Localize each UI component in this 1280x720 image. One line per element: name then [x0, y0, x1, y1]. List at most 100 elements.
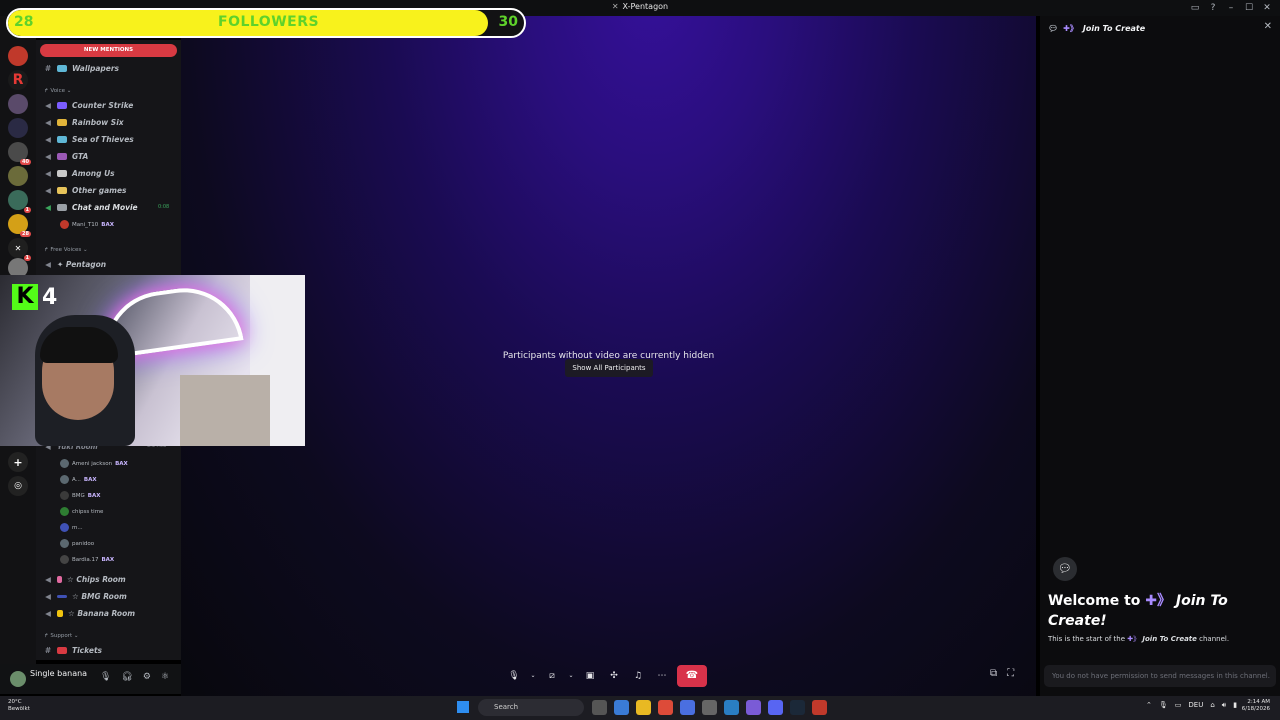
category-voice[interactable]: ↱ Voice ⌄ [44, 88, 71, 94]
server-icon-5[interactable]: 40 [8, 142, 31, 165]
user-panel: Single banana 🎙︎ 🎧︎ ⚙ ⚛ [0, 664, 210, 694]
voice-channel-pentagon[interactable]: ◀ ✦ Pentagon [44, 257, 106, 271]
channel-wallpapers[interactable]: # Wallpapers [44, 61, 119, 75]
file-explorer-icon[interactable] [636, 700, 651, 715]
camera-off-icon[interactable]: ⧄ [543, 666, 561, 686]
voice-channel-banana-room[interactable]: ◀ ☆ Banana Room [44, 606, 135, 620]
soundboard-icon[interactable]: ♫ [629, 666, 647, 686]
app-icon[interactable] [680, 700, 695, 715]
discord-icon[interactable] [768, 700, 783, 715]
server-icon-3[interactable] [8, 94, 28, 114]
close-window-button[interactable]: ✕ [1260, 1, 1274, 15]
app-icon[interactable] [702, 700, 717, 715]
voice-channel-bmg-room[interactable]: ◀ ☆ BMG Room [44, 589, 127, 603]
close-chat-icon[interactable]: ✕ [1264, 21, 1272, 32]
avatar [60, 555, 69, 564]
taskbar-clock[interactable]: 2:14 AM 6/18/2026 [1242, 699, 1270, 713]
speaker-icon: ◀ [45, 168, 51, 178]
microphone-icon[interactable]: 🎙︎ [100, 672, 111, 682]
headphones-icon[interactable]: 🎧︎ [121, 672, 132, 682]
server-icon-2[interactable]: R [8, 70, 28, 90]
help-icon[interactable]: ? [1206, 1, 1220, 15]
telegram-icon[interactable] [724, 700, 739, 715]
voice-channel-other-games[interactable]: ◀ Other games [44, 183, 126, 197]
voice-user[interactable]: Bardia.17 BAX [60, 555, 114, 564]
channel-emoji-icon [57, 203, 67, 211]
server-icon-4[interactable] [8, 118, 28, 138]
chevron-up-icon[interactable]: ⌃ [1146, 701, 1152, 710]
welcome-heading: Welcome to ✚》 Join To Create! [1048, 593, 1228, 629]
app-icon[interactable] [812, 700, 827, 715]
server-icon-9[interactable]: ✕ 1 [8, 238, 31, 261]
tray-app-icon[interactable]: ▭ [1175, 701, 1182, 710]
disconnect-call-button[interactable]: ☎ [677, 665, 707, 687]
channel-tickets[interactable]: # Tickets [44, 643, 102, 657]
microphone-icon[interactable]: 🎙︎ [505, 666, 523, 686]
server-icon-8[interactable]: 28 [8, 214, 31, 237]
server-icon-1[interactable] [8, 46, 28, 66]
chrome-icon[interactable] [658, 700, 673, 715]
voice-channel-counter-strike[interactable]: ◀ Counter Strike [44, 98, 133, 112]
avatar [60, 459, 69, 468]
edge-icon[interactable] [614, 700, 629, 715]
add-server-icon[interactable]: + [8, 452, 28, 472]
popout-icon[interactable]: ⧉ [990, 668, 997, 679]
voice-channel-chips-room[interactable]: ◀ ☆ Chips Room [44, 572, 126, 586]
steam-icon[interactable] [790, 700, 805, 715]
user-avatar[interactable] [10, 671, 26, 687]
category-support[interactable]: ↱ Support ⌄ [44, 633, 78, 639]
maximize-button[interactable]: ☐ [1242, 1, 1256, 15]
avatar [60, 507, 69, 516]
microphone-icon[interactable]: 🎙︎ [1159, 701, 1168, 710]
speaker-icon: ◀ [45, 151, 51, 161]
volume-icon[interactable]: 🔊︎ [1222, 701, 1226, 710]
kick-viewer-counter: K 4 [12, 284, 57, 310]
network-icon[interactable]: ⌂ [1210, 701, 1214, 710]
battery-icon[interactable]: ▮ [1233, 701, 1237, 710]
chevron-down-icon[interactable]: ⌄ [567, 666, 575, 686]
user-name: Single banana [30, 669, 88, 678]
channel-emoji-icon [57, 101, 67, 109]
weather-widget[interactable]: 20°C Bewölkt [8, 699, 30, 713]
inbox-icon[interactable]: ▭ [1188, 1, 1202, 15]
voice-user[interactable]: Ameni jackson BAX [60, 459, 128, 468]
windows-taskbar: 20°C Bewölkt Search ⌃ 🎙︎ ▭ DEU ⌂ 🔊︎ ▮ 2:1… [0, 696, 1280, 720]
show-all-participants-button[interactable]: Show All Participants [565, 359, 653, 377]
more-icon[interactable]: ⋯ [653, 666, 671, 686]
explore-compass-icon[interactable]: ◎ [8, 476, 28, 496]
voice-channel-among-us[interactable]: ◀ Among Us [44, 166, 115, 180]
channel-start-text: This is the start of the ✚》 Join To Crea… [1048, 635, 1230, 643]
taskbar-search[interactable]: Search [478, 699, 584, 716]
speaker-icon: ◀ [45, 574, 51, 584]
minimize-button[interactable]: – [1224, 1, 1238, 15]
channel-chat-panel: 💬︎ ✚》 Join To Create ✕ 💬︎ Welcome to ✚》 … [1040, 16, 1280, 696]
speaker-icon: ◀ [45, 185, 51, 195]
voice-user[interactable]: Mani_T10 BAX [60, 220, 114, 229]
voice-user[interactable]: chipss time [60, 507, 103, 516]
windows-start-icon[interactable] [457, 701, 469, 713]
fullscreen-icon[interactable]: ⛶ [1007, 668, 1014, 679]
voice-user[interactable]: A... BAX [60, 475, 97, 484]
activity-icon[interactable]: ⚛ [161, 672, 169, 682]
taskbar-apps [592, 700, 827, 715]
chevron-down-icon[interactable]: ⌄ [529, 666, 537, 686]
new-mentions-banner[interactable]: NEW MENTIONS [40, 44, 177, 57]
voice-user[interactable]: m... [60, 523, 83, 532]
category-free-voices[interactable]: ↱ Free Voices ⌄ [44, 247, 88, 253]
voice-user[interactable]: panidoo [60, 539, 94, 548]
screen-share-icon[interactable]: ▣ [581, 666, 599, 686]
server-icon-6[interactable] [8, 166, 28, 186]
voice-user[interactable]: BMG BAX [60, 491, 100, 500]
task-view-icon[interactable] [592, 700, 607, 715]
settings-gear-icon[interactable]: ⚙ [143, 672, 151, 682]
voice-channel-rainbow-six[interactable]: ◀ Rainbow Six [44, 115, 124, 129]
activities-icon[interactable]: ✣ [605, 666, 623, 686]
voice-channel-chat-and-movie[interactable]: ◀ Chat and Movie [44, 200, 138, 214]
app-icon[interactable] [746, 700, 761, 715]
avatar [60, 475, 69, 484]
server-icon-7[interactable]: 1 [8, 190, 31, 213]
language-indicator[interactable]: DEU [1188, 701, 1203, 710]
voice-channel-gta[interactable]: ◀ GTA [44, 149, 88, 163]
voice-channel-sea-of-thieves[interactable]: ◀ Sea of Thieves [44, 132, 134, 146]
message-input-disabled[interactable]: You do not have permission to send messa… [1044, 665, 1276, 687]
